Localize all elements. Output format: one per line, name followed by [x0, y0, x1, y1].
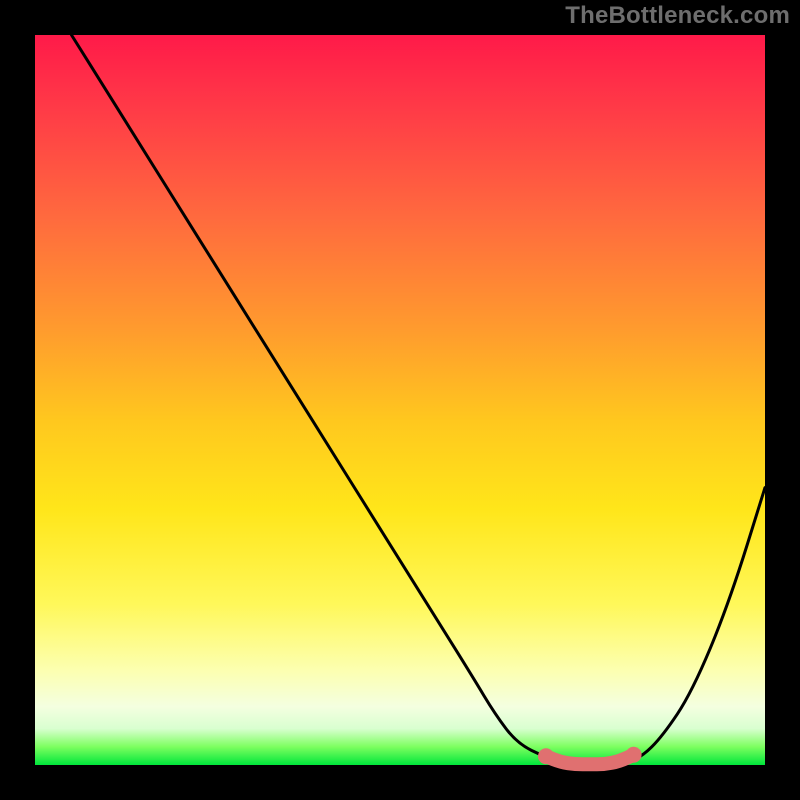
optimal-band-path — [546, 755, 634, 765]
optimal-band-dot-right — [626, 747, 642, 763]
watermark-text: TheBottleneck.com — [565, 2, 790, 30]
chart-container: TheBottleneck.com — [0, 0, 800, 800]
bottleneck-curve-path — [72, 35, 766, 765]
bottleneck-curve-svg — [35, 35, 765, 765]
optimal-band-dot-left — [538, 748, 554, 764]
